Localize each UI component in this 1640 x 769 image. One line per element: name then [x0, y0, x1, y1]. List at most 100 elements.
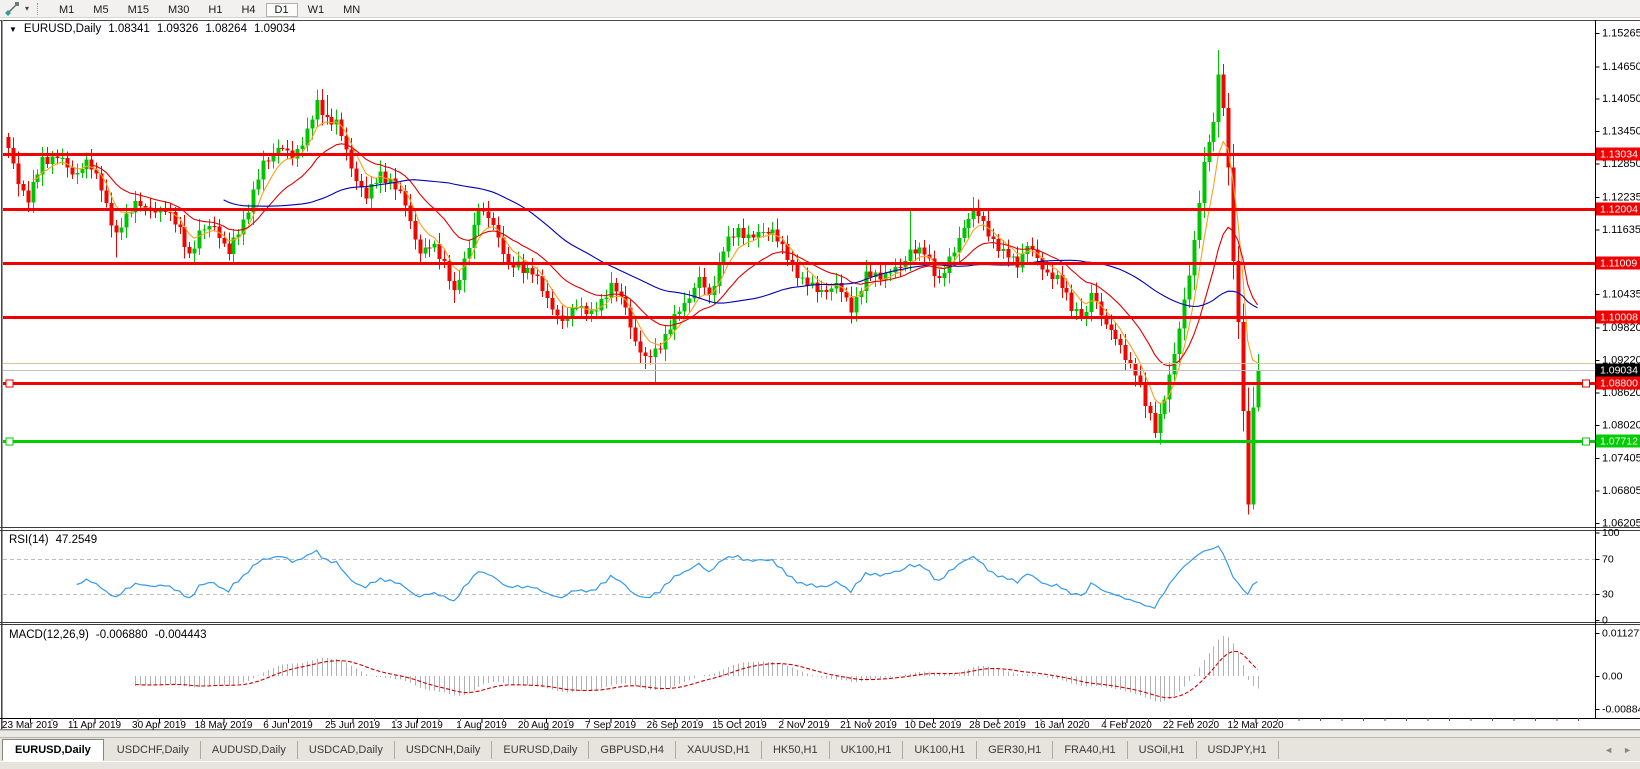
tab-scroll-arrows: ◄ ►: [1604, 745, 1640, 755]
timeframe-m30-button[interactable]: M30: [159, 3, 198, 17]
tab-uk100-h1[interactable]: UK100,H1: [830, 741, 904, 759]
price-badge-label: 1.13034: [1600, 149, 1638, 161]
price-tick-label: 1.08020: [1602, 419, 1640, 431]
collapse-icon[interactable]: ▼: [9, 23, 17, 35]
tab-uk100-h1[interactable]: UK100,H1: [903, 741, 977, 759]
date-tick-label: 13 Jul 2019: [391, 720, 443, 730]
price-badge-label: 1.12004: [1600, 204, 1638, 216]
tab-scroll-right-icon[interactable]: ►: [1623, 745, 1632, 755]
date-tick-label: 23 Mar 2019: [2, 720, 59, 730]
timeframe-h1-button[interactable]: H1: [199, 3, 231, 17]
tab-usdcad-daily[interactable]: USDCAD,Daily: [298, 741, 395, 759]
chart-tab-bar: EURUSD,DailyUSDCHF,DailyAUDUSD,DailyUSDC…: [0, 737, 1640, 761]
price-tick-label: 1.11635: [1602, 224, 1640, 236]
price-tick-label: 1.12235: [1602, 191, 1640, 203]
chart-tabs: EURUSD,DailyUSDCHF,DailyAUDUSD,DailyUSDC…: [2, 739, 1279, 761]
date-tick-label: 22 Feb 2020: [1163, 720, 1220, 730]
timeframe-button-group: M1M5M15M30H1H4D1W1MN: [50, 0, 370, 18]
macd-tick-label: -0.008845: [1602, 704, 1640, 716]
date-tick-label: 18 May 2019: [195, 720, 253, 730]
price-tick-label: 1.15265: [1602, 28, 1640, 40]
rsi-tick-label: 0: [1602, 615, 1608, 627]
tab-eurusd-daily[interactable]: EURUSD,Daily: [492, 741, 589, 759]
chart-canvas[interactable]: 1.152651.146501.140501.134501.128501.122…: [0, 18, 1640, 730]
tab-usdjpy-h1[interactable]: USDJPY,H1: [1197, 741, 1279, 759]
rsi-value: 47.2549: [56, 534, 98, 546]
rsi-tick-label: 100: [1602, 527, 1620, 539]
tab-ger30-h1[interactable]: GER30,H1: [977, 741, 1053, 759]
rsi-line: [77, 546, 1258, 608]
date-tick-label: 21 Nov 2019: [840, 720, 897, 730]
price-tick-label: 1.13450: [1602, 126, 1640, 138]
tab-scroll-left-icon[interactable]: ◄: [1604, 745, 1613, 755]
macd-tick-label: 0.00: [1602, 671, 1623, 683]
date-tick-label: 28 Dec 2019: [969, 720, 1026, 730]
date-tick-label: 20 Aug 2019: [518, 720, 575, 730]
tab-hk50-h1[interactable]: HK50,H1: [762, 741, 830, 759]
tab-gbpusd-h4[interactable]: GBPUSD,H4: [589, 741, 676, 759]
bar-open-value: 1.08341: [108, 23, 150, 35]
line-studies-icon[interactable]: [3, 1, 21, 16]
price-tick-label: 1.14050: [1602, 93, 1640, 105]
macd-signal-line: [135, 651, 1257, 697]
bar-low-value: 1.08264: [205, 23, 247, 35]
chart-title: ▼ EURUSD,Daily 1.08341 1.09326 1.08264 1…: [9, 23, 296, 35]
date-tick-label: 30 Apr 2019: [132, 720, 186, 730]
price-badge-label: 1.10008: [1600, 312, 1638, 324]
timeframe-h4-button[interactable]: H4: [232, 3, 264, 17]
tab-fra40-h1[interactable]: FRA40,H1: [1053, 741, 1127, 759]
date-tick-label: 1 Aug 2019: [456, 720, 507, 730]
price-badge-label: 1.09034: [1600, 365, 1638, 377]
date-axis[interactable]: 23 Mar 2019 11 Apr 2019 30 Apr 2019 18 May …: [2, 718, 1579, 730]
date-tick-label: 12 Mar 2020: [1227, 720, 1284, 730]
chevron-down-icon[interactable]: ▾: [21, 4, 33, 13]
tab-eurusd-daily[interactable]: EURUSD,Daily: [2, 739, 104, 761]
chart-window[interactable]: 1.152651.146501.140501.134501.128501.122…: [0, 18, 1640, 730]
timeframe-mn-button[interactable]: MN: [334, 3, 369, 17]
timeframe-m15-button[interactable]: M15: [119, 3, 158, 17]
macd-indicator-label: MACD(12,26,9) -0.006880 -0.004443: [9, 629, 206, 641]
line-handle[interactable]: [6, 438, 13, 445]
date-tick-label: 16 Jan 2020: [1034, 720, 1089, 730]
tab-usdcnh-daily[interactable]: USDCNH,Daily: [395, 741, 493, 759]
rsi-tick-label: 70: [1602, 553, 1614, 565]
date-tick-label: 15 Oct 2019: [712, 720, 767, 730]
timeframe-m5-button[interactable]: M5: [84, 3, 117, 17]
line-handle[interactable]: [1583, 438, 1590, 445]
chart-symbol-label: EURUSD,Daily: [24, 23, 101, 35]
rsi-name: RSI(14): [9, 534, 49, 546]
bar-high-value: 1.09326: [157, 23, 199, 35]
price-badge-label: 1.07712: [1600, 436, 1638, 448]
price-badge-label: 1.11009: [1600, 258, 1637, 270]
horizontal-level-lines: [3, 155, 1596, 446]
toolbar-grip: [37, 3, 44, 15]
panel-borders: [0, 20, 1640, 730]
macd-name: MACD(12,26,9): [9, 629, 89, 641]
rsi-tick-label: 30: [1602, 588, 1614, 600]
timeframe-m1-button[interactable]: M1: [50, 3, 83, 17]
bar-close-value: 1.09034: [254, 23, 296, 35]
date-tick-label: 10 Dec 2019: [905, 720, 962, 730]
price-tick-label: 1.10435: [1602, 289, 1640, 301]
date-tick-label: 6 Jun 2019: [263, 720, 313, 730]
price-tick-label: 1.09820: [1602, 322, 1640, 334]
line-handle[interactable]: [1583, 380, 1590, 387]
macd-tick-label: 0.011277: [1602, 628, 1640, 640]
tab-usdchf-daily[interactable]: USDCHF,Daily: [106, 741, 201, 759]
timeframe-w1-button[interactable]: W1: [299, 3, 334, 17]
top-toolbar: ▾ M1M5M15M30H1H4D1W1MN: [0, 0, 1640, 18]
macd-signal-value: -0.004443: [155, 629, 207, 641]
price-tick-label: 1.07405: [1602, 453, 1640, 465]
macd-histogram: [136, 636, 1259, 702]
date-tick-label: 26 Sep 2019: [647, 720, 704, 730]
line-handle[interactable]: [6, 380, 13, 387]
timeframe-d1-button[interactable]: D1: [266, 3, 298, 17]
tab-usoil-h1[interactable]: USOil,H1: [1128, 741, 1197, 759]
date-tick-label: 11 Apr 2019: [68, 720, 122, 730]
price-badge-label: 1.08800: [1600, 378, 1638, 390]
date-tick-label: 25 Jun 2019: [325, 720, 380, 730]
price-tick-label: 1.06805: [1602, 485, 1640, 497]
macd-main-value: -0.006880: [96, 629, 148, 641]
tab-xauusd-h1[interactable]: XAUUSD,H1: [676, 741, 762, 759]
tab-audusd-daily[interactable]: AUDUSD,Daily: [201, 741, 298, 759]
